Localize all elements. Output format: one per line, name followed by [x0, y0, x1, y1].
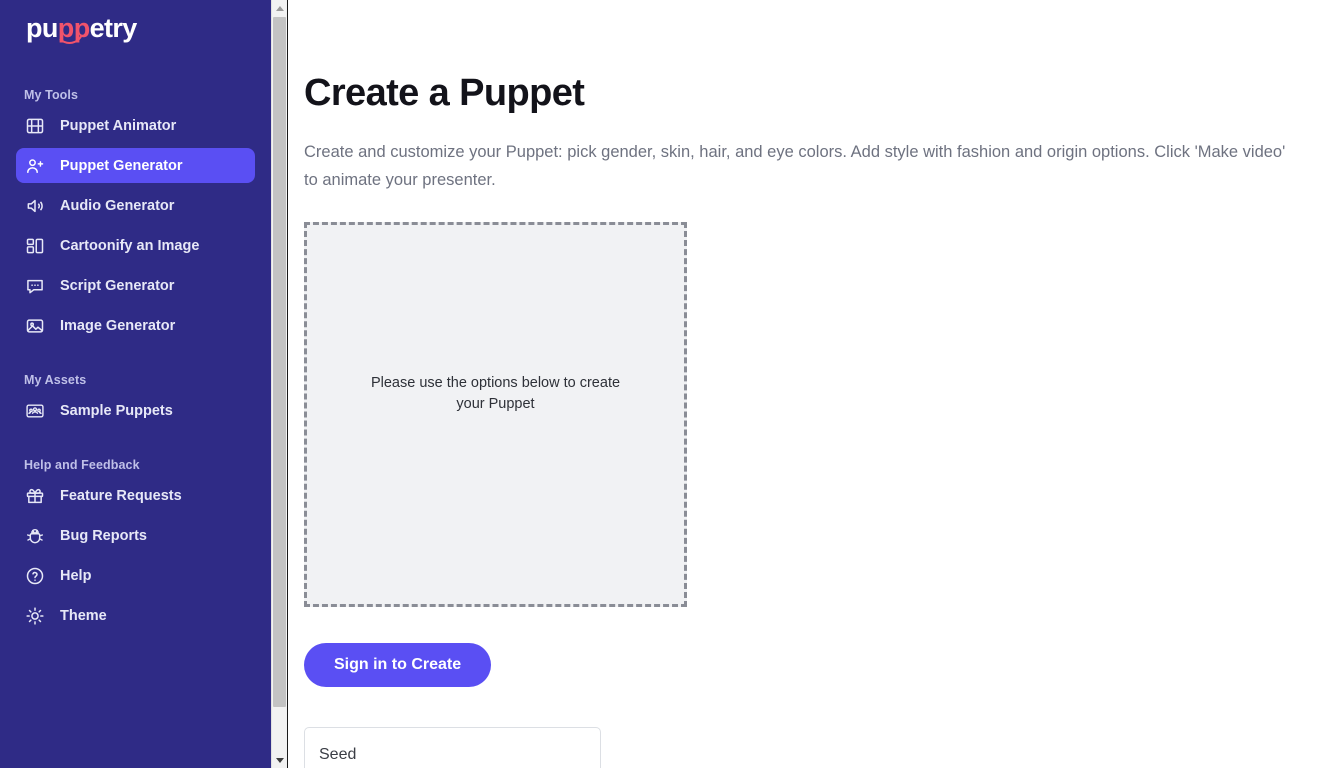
sidebar-scrollbar[interactable] [271, 0, 287, 768]
logo-text-part-a: pu [26, 13, 58, 43]
sidebar-nav-help-and-feedback: Feature Requests Bug Reports Help Theme [0, 478, 271, 633]
sidebar-item-theme[interactable]: Theme [16, 598, 255, 633]
scrollbar-down-arrow-icon[interactable] [272, 752, 287, 768]
sidebar-item-script-generator[interactable]: Script Generator [16, 268, 255, 303]
people-card-icon [24, 400, 46, 422]
image-icon [24, 315, 46, 337]
sidebar-item-bug-reports[interactable]: Bug Reports [16, 518, 255, 553]
film-icon [24, 115, 46, 137]
sidebar-nav-my-assets: Sample Puppets [0, 393, 271, 428]
sidebar-nav-my-tools: Puppet Animator Puppet Generator Audio G… [0, 108, 271, 343]
sidebar-item-feature-requests[interactable]: Feature Requests [16, 478, 255, 513]
puppet-preview-dropzone[interactable]: Please use the options below to create y… [304, 222, 687, 608]
sidebar-item-label: Bug Reports [60, 527, 147, 544]
sidebar: puppetry My Tools Puppet Animator Puppet… [0, 0, 271, 768]
sidebar-item-label: Feature Requests [60, 487, 182, 504]
main-content: Create a Puppet Create and customize you… [287, 0, 1339, 768]
sidebar-item-help[interactable]: Help [16, 558, 255, 593]
seed-input[interactable] [304, 727, 601, 768]
sidebar-item-audio-generator[interactable]: Audio Generator [16, 188, 255, 223]
sidebar-item-label: Help [60, 567, 92, 584]
bug-icon [24, 525, 46, 547]
speaker-icon [24, 195, 46, 217]
sidebar-item-label: Script Generator [60, 277, 175, 294]
gift-icon [24, 485, 46, 507]
sidebar-item-label: Puppet Generator [60, 157, 183, 174]
sidebar-section-label-my-tools: My Tools [24, 88, 79, 102]
sidebar-section-label-my-assets: My Assets [24, 373, 87, 387]
scrollbar-thumb[interactable] [273, 17, 286, 707]
sidebar-item-label: Audio Generator [60, 197, 175, 214]
preview-placeholder-text: Please use the options below to create y… [370, 375, 621, 412]
sidebar-item-cartoonify-an-image[interactable]: Cartoonify an Image [16, 228, 255, 263]
chat-bubble-icon [24, 275, 46, 297]
sidebar-item-puppet-animator[interactable]: Puppet Animator [16, 108, 255, 143]
sidebar-item-image-generator[interactable]: Image Generator [16, 308, 255, 343]
sidebar-item-label: Theme [60, 607, 107, 624]
page-description: Create and customize your Puppet: pick g… [304, 142, 1286, 190]
scrollbar-up-arrow-icon[interactable] [272, 0, 287, 16]
user-plus-icon [24, 155, 46, 177]
sidebar-section-label-help-and-feedback: Help and Feedback [24, 458, 140, 472]
sidebar-item-label: Cartoonify an Image [60, 237, 200, 254]
brand-logo[interactable]: puppetry [0, 0, 271, 58]
sidebar-item-sample-puppets[interactable]: Sample Puppets [16, 393, 255, 428]
page-title: Create a Puppet [304, 72, 585, 114]
sidebar-item-puppet-generator[interactable]: Puppet Generator [16, 148, 255, 183]
sidebar-item-label: Puppet Animator [60, 117, 177, 134]
logo-text-part-b: etry [89, 13, 138, 43]
sun-icon [24, 605, 46, 627]
app-root: puppetry My Tools Puppet Animator Puppet… [0, 0, 1339, 768]
sign-in-to-create-button[interactable]: Sign in to Create [304, 643, 492, 688]
sidebar-item-label: Sample Puppets [60, 402, 173, 419]
seed-field-group [304, 727, 1299, 768]
sidebar-item-label: Image Generator [60, 317, 176, 334]
question-circle-icon [24, 565, 46, 587]
layout-icon [24, 235, 46, 257]
